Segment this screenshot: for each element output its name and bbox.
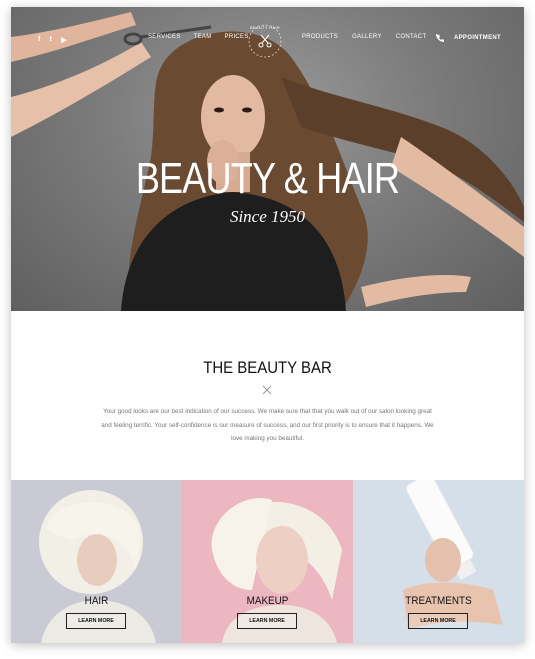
social-links: f t ▶ (38, 36, 67, 44)
facebook-icon[interactable]: f (38, 36, 41, 44)
close-icon (262, 385, 272, 395)
logo-text: BEAUTY HAIR (250, 25, 280, 30)
hero-title: BEAUTY & HAIR (135, 154, 400, 203)
intro-text: Your good looks are our best indication … (101, 408, 434, 442)
website-frame: f t ▶ SERVICES TEAM PRICES BEAUTY HAIR P… (11, 7, 524, 643)
brand-logo[interactable]: BEAUTY HAIR (244, 20, 286, 62)
service-card-makeup: MAKEUP LEARN MORE (182, 480, 353, 643)
hero-subtitle: Since 1950 (229, 207, 306, 226)
intro-title: THE BEAUTY BAR (203, 358, 332, 377)
nav-item-services[interactable]: SERVICES (148, 34, 181, 40)
service-card-hair: HAIR LEARN MORE (11, 480, 182, 643)
intro-section: THE BEAUTY BAR Your good looks are our b… (11, 311, 524, 480)
learn-more-button-makeup[interactable]: LEARN MORE (237, 613, 297, 629)
youtube-icon[interactable]: ▶ (61, 36, 67, 44)
nav-menu-right: PRODUCTS GALLERY CONTACT (302, 34, 426, 40)
top-nav: f t ▶ SERVICES TEAM PRICES BEAUTY HAIR P… (11, 24, 524, 58)
nav-item-gallery[interactable]: GALLERY (352, 34, 382, 40)
appointment-link[interactable]: APPOINTMENT (436, 34, 501, 42)
services-section: HAIR LEARN MORE MAKEUP LEARN MORE TREATM… (11, 480, 524, 643)
phone-icon (436, 34, 444, 42)
service-title-makeup: MAKEUP (246, 595, 289, 607)
service-title-hair: HAIR (84, 595, 109, 607)
learn-more-button-hair[interactable]: LEARN MORE (66, 613, 126, 629)
learn-more-button-treatments[interactable]: LEARN MORE (408, 613, 468, 629)
service-title-treatments: TREATMENTS (405, 595, 472, 607)
hero-section: f t ▶ SERVICES TEAM PRICES BEAUTY HAIR P… (11, 7, 524, 311)
service-card-treatments: TREATMENTS LEARN MORE (353, 480, 524, 643)
appointment-label: APPOINTMENT (454, 35, 501, 41)
nav-item-team[interactable]: TEAM (194, 34, 212, 40)
twitter-icon[interactable]: t (50, 36, 53, 44)
nav-item-products[interactable]: PRODUCTS (302, 34, 338, 40)
nav-item-contact[interactable]: CONTACT (396, 34, 427, 40)
nav-menu-left: SERVICES TEAM PRICES (148, 34, 249, 40)
scissors-icon (258, 34, 272, 48)
